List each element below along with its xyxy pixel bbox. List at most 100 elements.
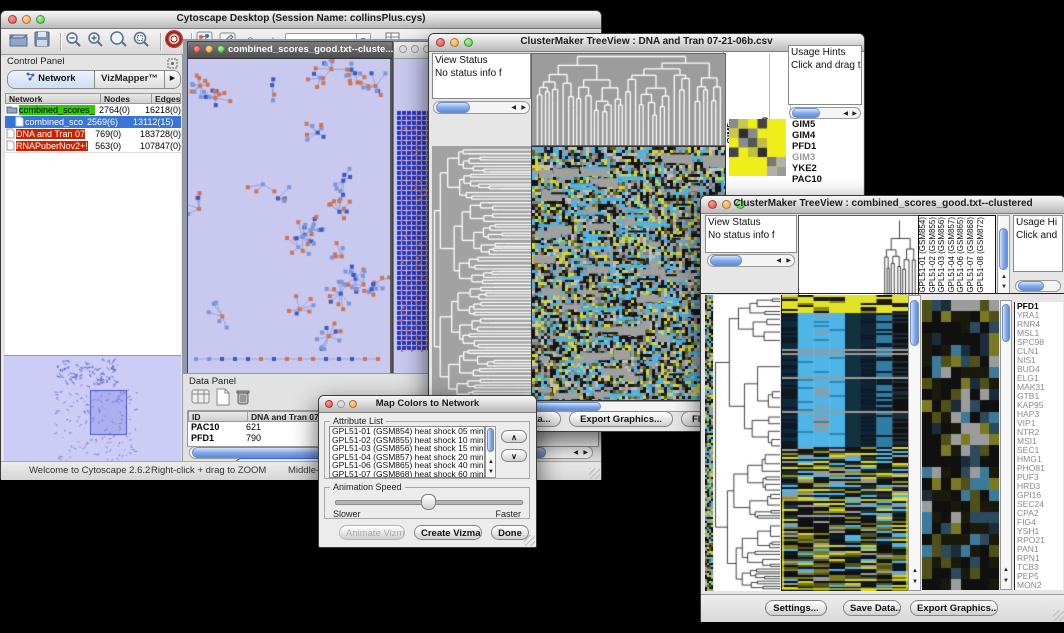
- button-bar: Settings... Save Data... Export Graphics…: [701, 594, 1064, 622]
- tab-vizmapper[interactable]: VizMapper™: [95, 71, 165, 88]
- attribute-list: GPL51-01 (GSM854) heat shock 05 minGPL51…: [329, 426, 485, 478]
- scroll-left-icon[interactable]: ◀: [573, 450, 578, 456]
- resize-grip[interactable]: [589, 468, 600, 479]
- scroll-thumb[interactable]: [710, 255, 742, 266]
- zoom-heatmap[interactable]: [922, 300, 999, 590]
- tab-network[interactable]: Network: [8, 71, 95, 88]
- move-down-button[interactable]: ∨: [501, 449, 527, 462]
- row-dendrogram[interactable]: [432, 146, 531, 399]
- select-attributes-icon[interactable]: [191, 388, 211, 411]
- network-row[interactable]: combined_scores_ 2764(0) 16218(0): [5, 104, 181, 116]
- resize-grip[interactable]: [524, 535, 535, 546]
- settings-button[interactable]: Settings...: [765, 600, 827, 616]
- network-tree-empty-area: [5, 152, 181, 355]
- scroll-down-icon[interactable]: ▼: [912, 579, 918, 585]
- column-dendrogram[interactable]: [531, 53, 726, 146]
- view-status-scrollbar[interactable]: ◀ ▶: [707, 254, 795, 267]
- scroll-thumb[interactable]: [792, 108, 820, 118]
- minimize-icon[interactable]: [205, 45, 213, 53]
- toolbar-separator: [60, 33, 61, 51]
- scroll-up-icon[interactable]: ▲: [488, 459, 494, 465]
- save-icon[interactable]: [34, 31, 50, 52]
- scroll-left-icon[interactable]: ◀: [776, 258, 781, 264]
- column-labels-scrollbar[interactable]: ▲ ▼: [997, 215, 1010, 294]
- scroll-thumb[interactable]: [487, 428, 494, 452]
- zoom-fit-icon[interactable]: [109, 31, 129, 53]
- network-view-window-1: combined_scores_good.txt--cluste...: [187, 41, 393, 377]
- usage-hints-text: Click and drag tc: [789, 59, 861, 72]
- gene-label: PFD1: [790, 141, 838, 152]
- view-status-text: No status info f: [433, 67, 530, 80]
- usage-hints-title: Usage Hints: [789, 46, 861, 59]
- birdseye-view[interactable]: [4, 355, 181, 471]
- move-up-button[interactable]: ∧: [501, 430, 527, 443]
- zoom-out-icon[interactable]: [65, 31, 83, 53]
- export-graphics-button[interactable]: Export Graphics...: [910, 600, 998, 616]
- zoom-vscrollbar[interactable]: ▲ ▼: [1000, 300, 1012, 590]
- export-graphics-button[interactable]: Export Graphics...: [569, 411, 673, 427]
- scroll-down-icon[interactable]: ▼: [1001, 284, 1007, 290]
- scroll-thumb[interactable]: [910, 300, 919, 346]
- gene-label: GIM3: [790, 152, 838, 163]
- heatmap[interactable]: [781, 295, 908, 591]
- scroll-right-icon[interactable]: ▶: [521, 105, 526, 111]
- zoom-selected-icon[interactable]: [133, 31, 152, 53]
- new-attribute-icon[interactable]: [215, 388, 231, 411]
- scroll-thumb[interactable]: [436, 102, 470, 113]
- faster-label: Faster: [495, 509, 521, 519]
- resize-grip[interactable]: [1053, 610, 1064, 621]
- maximize-icon[interactable]: [217, 45, 225, 53]
- divider: [701, 293, 1064, 294]
- document-icon: [6, 128, 15, 140]
- scroll-up-icon[interactable]: ▲: [912, 568, 918, 574]
- save-data-button[interactable]: Save Data...: [843, 600, 901, 616]
- dialog-titlebar[interactable]: Map Colors to Network: [319, 396, 536, 413]
- scroll-left-icon[interactable]: ◀: [843, 111, 848, 117]
- close-icon[interactable]: [193, 45, 201, 53]
- heatmap-vscrollbar[interactable]: ▲ ▼: [908, 295, 921, 591]
- usage-hints-scrollbar[interactable]: ◀ ▶: [789, 107, 861, 119]
- zoom-in-icon[interactable]: [87, 31, 105, 53]
- network-row[interactable]: DNA and Tran 07 769(0) 183728(0): [5, 128, 181, 140]
- main-titlebar[interactable]: Cytoscape Desktop (Session Name: collins…: [1, 11, 601, 29]
- attribute-list-group: Attribute List GPL51-01 (GSM854) heat sh…: [324, 421, 530, 479]
- treeview2-titlebar[interactable]: ClusterMaker TreeView : combined_scores_…: [701, 196, 1064, 214]
- global-overview-strip[interactable]: [705, 295, 713, 591]
- status-hint-middle: Middle-: [288, 465, 319, 476]
- row-dendrogram[interactable]: [714, 295, 780, 591]
- scroll-thumb[interactable]: [999, 228, 1008, 270]
- usage-hints-scrollbar[interactable]: [1015, 280, 1061, 292]
- scroll-left-icon[interactable]: ◀: [511, 105, 516, 111]
- minimize-icon[interactable]: [411, 45, 419, 53]
- create-vizmap-button[interactable]: Create Vizmap: [414, 525, 482, 540]
- network-canvas[interactable]: [188, 59, 390, 375]
- scroll-down-icon[interactable]: ▼: [488, 469, 494, 475]
- delete-attribute-icon[interactable]: [235, 388, 251, 411]
- open-file-icon[interactable]: [9, 31, 28, 52]
- network-row[interactable]: RNAPuberNov2+! 563(0) 107847(0): [5, 140, 181, 152]
- correlation-matrix-zoom[interactable]: [729, 119, 786, 176]
- scroll-right-icon[interactable]: ▶: [852, 111, 857, 117]
- inner-titlebar[interactable]: combined_scores_good.txt--cluste...: [188, 42, 392, 59]
- scroll-thumb[interactable]: [1002, 304, 1010, 342]
- attribute-item[interactable]: GPL51-07 (GSM868) heat shock 60 min: [330, 470, 484, 478]
- view-status-scrollbar[interactable]: ◀ ▶: [433, 101, 530, 114]
- close-icon[interactable]: [399, 45, 407, 53]
- scroll-thumb[interactable]: [1018, 281, 1044, 291]
- speed-slider-thumb[interactable]: [421, 494, 436, 510]
- scroll-right-icon[interactable]: ▶: [583, 450, 588, 456]
- scroll-up-icon[interactable]: ▲: [1001, 274, 1007, 280]
- network-row-selected[interactable]: combined_sco 2569(6) 13112(15): [5, 116, 181, 128]
- heatmap[interactable]: [531, 146, 726, 401]
- scroll-up-icon[interactable]: ▲: [1003, 567, 1009, 573]
- control-panel-title: Control Panel: [7, 56, 65, 67]
- scroll-down-icon[interactable]: ▼: [1003, 578, 1009, 584]
- animate-vizmap-button[interactable]: Animate Vizmap: [339, 525, 405, 540]
- data-panel-title: Data Panel: [189, 376, 236, 387]
- attribute-list-scrollbar[interactable]: ▲ ▼: [485, 426, 496, 478]
- scroll-thumb[interactable]: [533, 402, 601, 411]
- column-dendrogram[interactable]: [798, 215, 919, 296]
- scroll-right-icon[interactable]: ▶: [786, 258, 791, 264]
- help-lifering-icon[interactable]: [165, 30, 183, 53]
- tab-overflow-icon[interactable]: ▶: [165, 71, 180, 88]
